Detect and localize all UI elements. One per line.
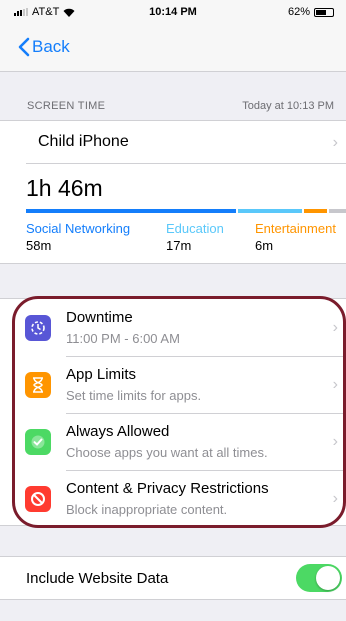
status-bar: AT&T 10:14 PM 62% [0,0,346,24]
website-data-card: Include Website Data [0,556,346,600]
chevron-left-icon [18,37,30,57]
usage-segment-social [26,209,236,213]
back-label: Back [32,37,70,56]
usage-bar [26,209,346,213]
category-time: 17m [166,238,192,253]
back-button[interactable]: Back [18,37,70,57]
usage-segment-other [329,209,346,213]
battery-group: 62% [288,6,334,18]
updated-timestamp: Today at 10:13 PM [242,100,334,112]
category-name: Entertainment [255,221,336,236]
website-data-label: Include Website Data [26,570,169,587]
screen-time-card: Child iPhone › 1h 46m Social Networking … [0,120,346,264]
screen-time-header: SCREEN TIME [27,100,106,112]
highlight-outline [12,296,346,528]
category-time: 58m [26,238,52,253]
battery-icon [314,7,334,17]
chevron-right-icon: › [332,134,338,151]
divider [26,163,346,164]
toggle-knob [316,566,340,590]
navigation-bar: Back [0,24,346,72]
category-name: Education [166,221,224,236]
category-social-networking[interactable]: Social Networking 58m [26,221,130,253]
battery-percent: 62% [287,6,310,18]
device-name[interactable]: Child iPhone [38,133,129,151]
category-time: 6m [255,238,274,253]
website-data-toggle[interactable] [296,564,342,592]
usage-segment-education [238,209,302,213]
category-name: Social Networking [26,221,131,236]
category-entertainment[interactable]: Entertainment 6m [255,221,336,253]
usage-segment-entertainment [304,209,327,213]
total-screen-time: 1h 46m [26,175,103,201]
category-education[interactable]: Education 17m [166,221,224,253]
